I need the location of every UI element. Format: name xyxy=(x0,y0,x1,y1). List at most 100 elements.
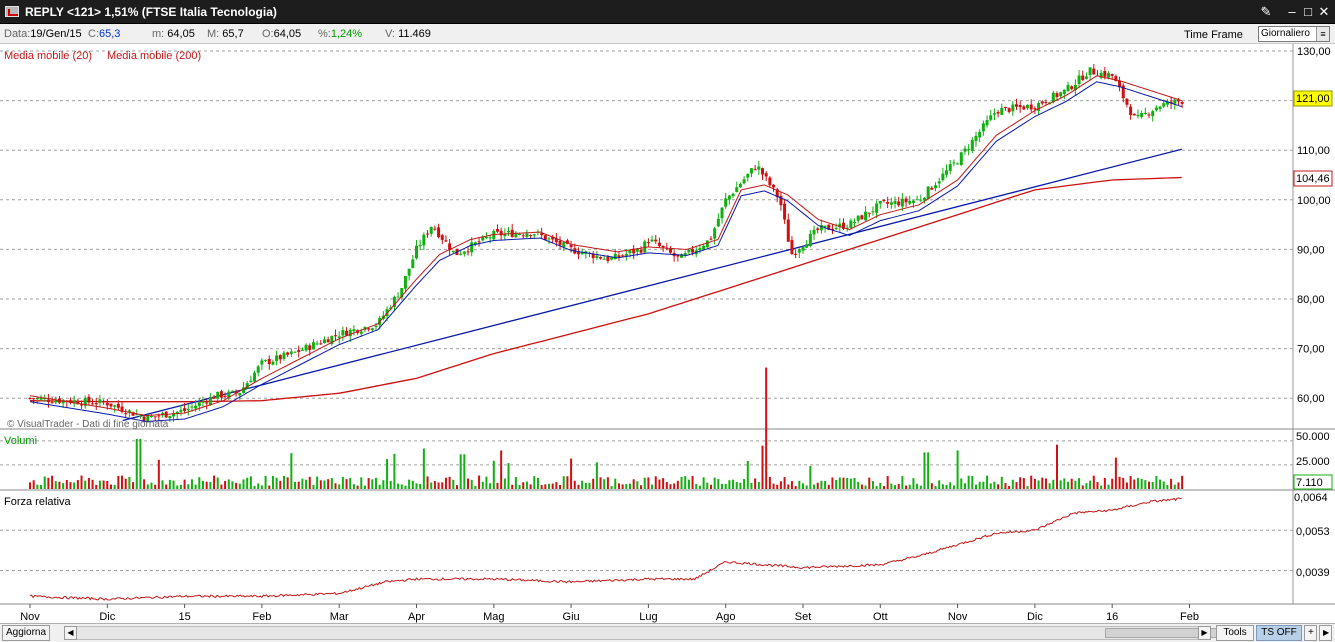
scroll-end-icon[interactable]: ▶ xyxy=(1319,625,1332,641)
candle-body xyxy=(691,249,695,253)
volume-bar xyxy=(765,367,768,489)
volume-bar xyxy=(76,480,79,489)
scroll-left-icon[interactable]: ◀ xyxy=(64,626,77,640)
candle-body xyxy=(426,233,430,235)
candle-body xyxy=(282,352,286,359)
volume-bar xyxy=(636,481,639,489)
candle-body xyxy=(521,235,525,237)
volume-bar xyxy=(422,448,425,489)
candle-body xyxy=(812,229,816,235)
candle-body xyxy=(403,275,407,289)
volume-bar xyxy=(161,480,164,489)
volume-bar xyxy=(194,484,197,489)
volume-bar xyxy=(548,483,551,489)
volume-bar xyxy=(227,479,230,489)
candle-body xyxy=(1129,106,1133,116)
time-scrollbar[interactable]: ◀ ▶ xyxy=(64,626,1241,640)
timeframe-select[interactable]: Giornaliero ≡ xyxy=(1258,26,1330,42)
candle-body xyxy=(109,403,113,407)
candle-body xyxy=(529,235,533,237)
volume-bar xyxy=(684,476,687,489)
candle-body xyxy=(786,219,790,242)
tools-icon[interactable]: ✎ xyxy=(1257,3,1275,21)
candle-body xyxy=(911,200,915,203)
volume-bar xyxy=(444,477,447,489)
volume-bar xyxy=(275,477,278,489)
candle-body xyxy=(319,343,323,345)
candle-body xyxy=(495,229,499,232)
volume-bar xyxy=(625,484,628,489)
candle-body xyxy=(606,256,610,262)
volume-bar xyxy=(143,479,146,489)
price-tick-label: 60,00 xyxy=(1297,393,1325,405)
candle-body xyxy=(1125,98,1129,105)
volume-bar xyxy=(967,475,970,489)
candle-body xyxy=(963,148,967,152)
volume-bar xyxy=(345,479,348,489)
scroll-right-icon[interactable]: ▶ xyxy=(1198,626,1211,640)
candle-body xyxy=(437,227,441,238)
timeframe-value: Giornaliero xyxy=(1261,28,1310,39)
volume-bar xyxy=(319,480,322,489)
volume-bar xyxy=(1118,476,1121,489)
volume-bar xyxy=(235,482,238,489)
close-icon[interactable]: ✕ xyxy=(1315,3,1333,21)
volume-bar xyxy=(408,479,411,489)
volume-bar xyxy=(253,485,256,489)
volume-bar xyxy=(1100,485,1103,489)
volume-bar xyxy=(308,476,311,489)
candle-body xyxy=(576,252,580,255)
ts-toggle-button[interactable]: TS OFF xyxy=(1256,625,1302,641)
candle-body xyxy=(256,366,260,373)
candle-body xyxy=(783,203,787,220)
volume-bar xyxy=(628,483,631,489)
volume-bar xyxy=(51,475,54,489)
volume-bar xyxy=(698,485,701,489)
volume-bar xyxy=(183,479,186,489)
candle-body xyxy=(867,212,871,214)
candle-body xyxy=(32,398,36,400)
volume-bar xyxy=(419,483,422,489)
time-tick-label: Feb xyxy=(1180,611,1199,623)
volume-bar xyxy=(455,485,458,489)
candle-body xyxy=(967,148,971,150)
candle-body xyxy=(547,238,551,240)
candle-body xyxy=(569,244,573,248)
volume-tick-2: 25.000 xyxy=(1296,456,1330,468)
volume-tick-1: 50.000 xyxy=(1296,431,1330,443)
volume-bar xyxy=(216,477,219,489)
candle-body xyxy=(407,268,411,276)
volume-bar xyxy=(249,476,252,489)
volume-bar xyxy=(305,479,308,489)
candle-body xyxy=(900,198,904,207)
volume-bar xyxy=(260,485,263,489)
volume-bar xyxy=(1000,476,1003,489)
volume-bar xyxy=(989,483,992,489)
volume-bar xyxy=(113,484,116,489)
candle-body xyxy=(87,396,91,403)
add-button[interactable]: + xyxy=(1304,625,1317,641)
volume-bar xyxy=(297,481,300,489)
volume-bar xyxy=(536,477,539,489)
volume-bar xyxy=(1162,481,1165,489)
candle-body xyxy=(315,343,319,345)
volume-bar xyxy=(426,476,429,489)
candle-body xyxy=(289,351,293,354)
refresh-button[interactable]: Aggiorna xyxy=(2,625,51,641)
ma20-legend[interactable]: Media mobile (20) xyxy=(4,50,92,62)
volume-bar xyxy=(135,438,138,489)
candle-body xyxy=(1062,89,1066,94)
candle-body xyxy=(856,215,860,221)
price-chart[interactable]: 130,00 110,00 100,00 90,00 80,00 70,00 60,00 N… xyxy=(0,44,1335,623)
volume-bar xyxy=(209,482,212,489)
time-tick-label: Giu xyxy=(563,611,580,623)
volume-bar xyxy=(768,476,771,489)
tools-button[interactable]: Tools xyxy=(1216,625,1254,641)
time-tick-label: Apr xyxy=(408,611,425,623)
volume-bar xyxy=(1074,480,1077,489)
volume-bar xyxy=(246,477,249,489)
candle-body xyxy=(985,120,989,126)
ma200-legend[interactable]: Media mobile (200) xyxy=(107,50,201,62)
low-readout: m: 64,05 xyxy=(152,28,195,40)
volume-bar xyxy=(916,483,919,489)
